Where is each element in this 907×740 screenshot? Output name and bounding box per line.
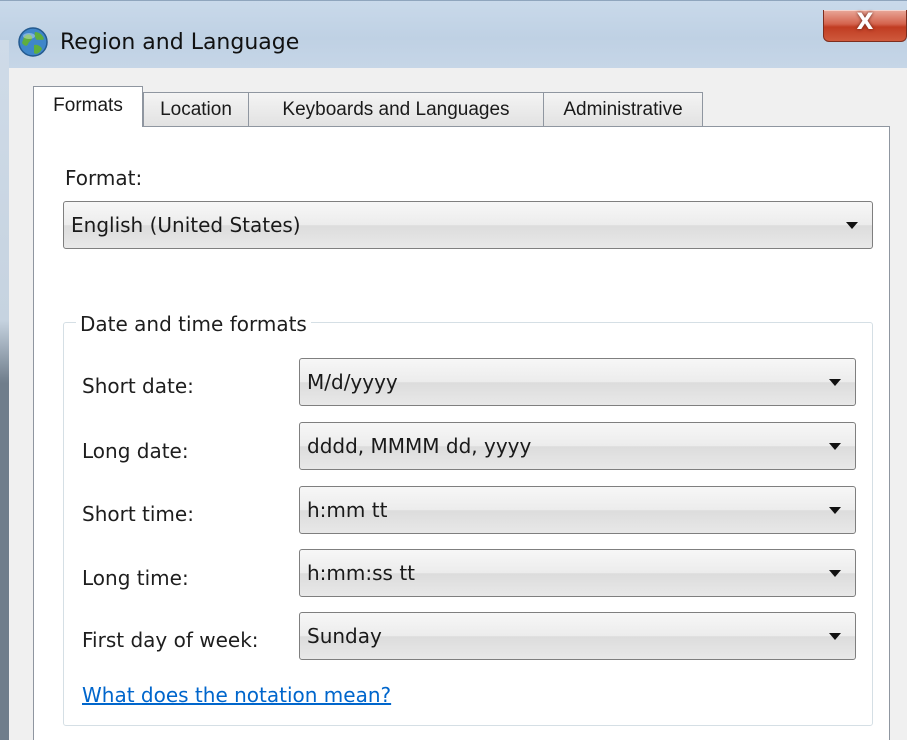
long-time-label: Long time: — [82, 566, 189, 590]
title-bar[interactable]: Region and Language X — [0, 0, 907, 69]
chevron-down-icon — [829, 570, 841, 577]
tab-formats[interactable]: Formats — [33, 86, 143, 127]
date-time-formats-title: Date and time formats — [76, 312, 311, 336]
short-date-label: Short date: — [82, 374, 194, 398]
region-and-language-window: Region and Language X Formats Location K… — [0, 0, 907, 740]
globe-icon — [16, 25, 50, 59]
first-day-of-week-value: Sunday — [307, 624, 382, 648]
short-date-dropdown[interactable]: M/d/yyyy — [299, 358, 856, 406]
chevron-down-icon — [829, 507, 841, 514]
short-date-value: M/d/yyyy — [307, 370, 398, 394]
tab-location[interactable]: Location — [143, 92, 249, 126]
long-date-label: Long date: — [82, 439, 189, 463]
short-time-label: Short time: — [82, 502, 194, 526]
notation-help-link[interactable]: What does the notation mean? — [82, 683, 391, 707]
first-day-of-week-label: First day of week: — [82, 628, 259, 652]
tab-label: Keyboards and Languages — [282, 99, 510, 120]
short-time-dropdown[interactable]: h:mm tt — [299, 486, 856, 534]
window-title: Region and Language — [60, 30, 300, 55]
long-date-dropdown[interactable]: dddd, MMMM dd, yyyy — [299, 422, 856, 470]
chevron-down-icon — [846, 222, 858, 229]
format-label: Format: — [65, 166, 143, 190]
format-dropdown[interactable]: English (United States) — [63, 201, 873, 249]
short-time-value: h:mm tt — [307, 498, 388, 522]
window-left-border — [0, 40, 9, 740]
tab-label: Formats — [53, 95, 123, 116]
long-time-value: h:mm:ss tt — [307, 561, 415, 585]
long-time-dropdown[interactable]: h:mm:ss tt — [299, 549, 856, 597]
chevron-down-icon — [829, 379, 841, 386]
chevron-down-icon — [829, 443, 841, 450]
first-day-of-week-dropdown[interactable]: Sunday — [299, 612, 856, 660]
format-value: English (United States) — [71, 213, 301, 237]
close-icon: X — [856, 10, 874, 35]
tab-label: Administrative — [563, 99, 683, 120]
close-button[interactable]: X — [823, 10, 907, 42]
chevron-down-icon — [829, 633, 841, 640]
tab-administrative[interactable]: Administrative — [543, 92, 703, 126]
tab-keyboards-and-languages[interactable]: Keyboards and Languages — [248, 92, 544, 126]
tab-label: Location — [160, 99, 232, 120]
long-date-value: dddd, MMMM dd, yyyy — [307, 434, 532, 458]
